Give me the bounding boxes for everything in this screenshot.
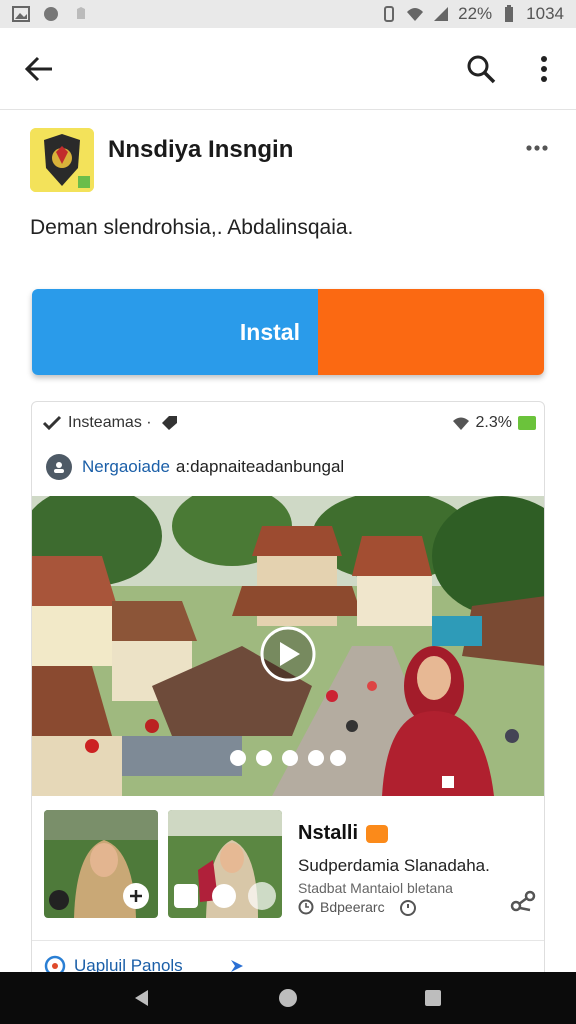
more-vert-icon[interactable] [530,52,558,86]
screenshot-thumbnail[interactable] [168,810,282,918]
arrow-back-icon[interactable] [22,54,56,84]
app-description: Deman slendrohsia,. Abdalinsqaia. [30,216,354,239]
card-top-label: Insteamas · [68,414,152,431]
nav-home-icon[interactable] [276,986,300,1010]
video-preview[interactable] [32,496,544,796]
info-subtitle: Sudperdamia Slanadaha. [298,856,490,875]
install-button[interactable]: Instal [32,289,318,375]
village-scene-image [32,496,544,796]
top-app-bar [0,28,576,110]
clock-icon [298,899,314,915]
timer-icon [399,900,416,916]
screenshot-thumbnail[interactable] [44,810,158,918]
info-secondary-text: Stadbat Mantaiol bletana [298,880,453,896]
wifi-icon [452,417,469,430]
clock: 1034 [526,4,564,23]
vibrate-icon [384,6,395,22]
install-action-row: Instal [32,289,544,375]
app-header: Nnsdiya Insngin [30,128,550,198]
battery-percent: 22% [458,4,493,23]
info-title: Nstalli [298,822,359,844]
info-meta-text: Bdpeerarc [320,899,385,915]
nav-recents-icon[interactable] [421,986,445,1010]
nav-back-icon[interactable] [130,986,154,1010]
status-bar: 22% 1034 [0,0,576,28]
content-card: Insteamas · 2.3% Nergaoiade a:dapnaitead… [31,401,545,981]
tag-icon [161,416,177,430]
developer-avatar-icon [46,454,72,480]
app-notification-icon [77,7,85,19]
card-top-value: 2.3% [475,414,512,431]
wifi-icon [407,8,424,21]
shield-emblem-icon [30,128,94,192]
system-navigation-bar [0,972,576,1024]
developer-subtitle: a:dapnaiteadanbungal [175,457,345,476]
badge-icon [366,824,389,843]
globe-notification-icon [44,7,58,21]
developer-name[interactable]: Nergaoiade [82,457,170,477]
battery-icon [518,416,536,430]
secondary-action-button[interactable] [318,289,544,375]
card-top-bar: Insteamas · 2.3% [42,412,536,434]
developer-row[interactable]: Nergaoiade a:dapnaiteadanbungal [46,454,344,480]
screenshots-row: Nstalli Sudperdamia Slanadaha. Stadbat M… [44,810,536,920]
battery-icon [505,5,514,22]
check-icon [42,415,62,431]
share-icon[interactable] [510,890,536,914]
image-notification-icon [12,6,30,22]
search-icon[interactable] [464,52,498,86]
app-icon [30,128,94,192]
more-horiz-icon[interactable] [524,138,550,158]
app-title: Nnsdiya Insngin [108,136,294,163]
info-meta-row: Bdpeerarc [298,898,417,916]
info-title-row: Nstalli [298,822,389,845]
signal-icon [434,7,449,21]
